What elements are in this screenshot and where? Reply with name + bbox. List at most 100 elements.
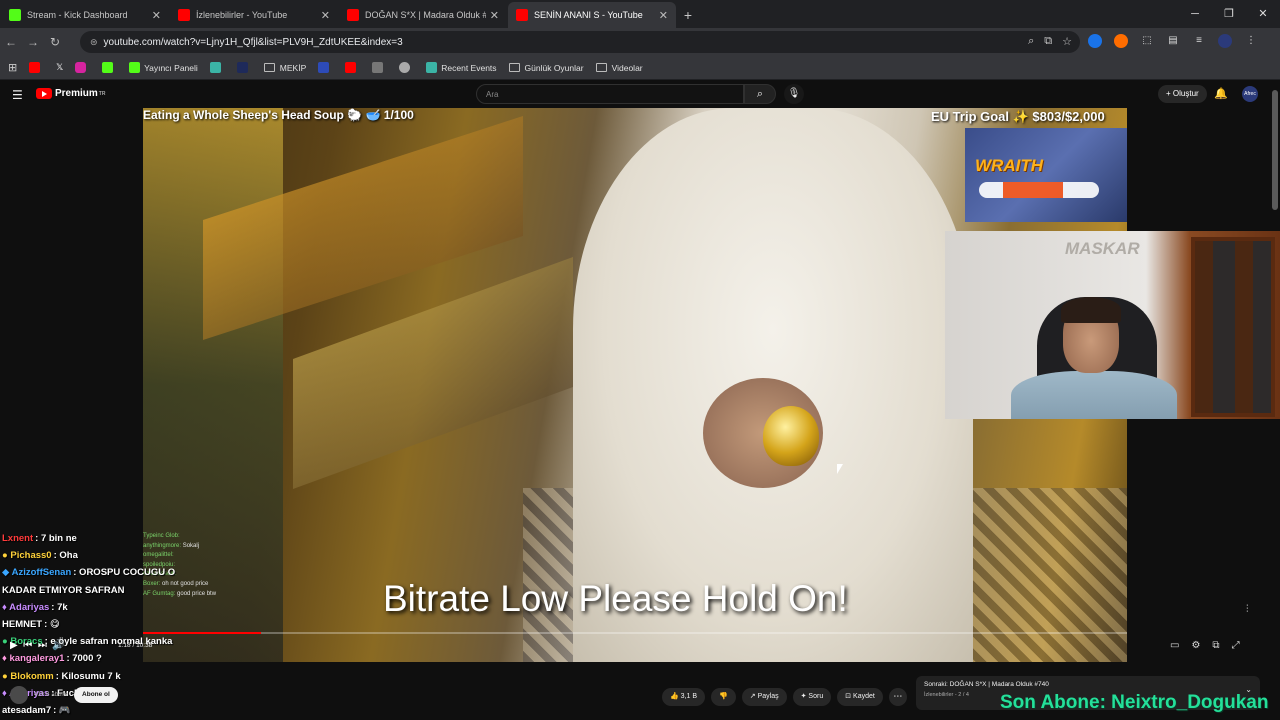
extensions-puzzle-icon[interactable]: ⬚ [1140, 34, 1154, 48]
share-icon: ↗ [749, 693, 756, 700]
ask-button[interactable]: ✦ Soru [792, 688, 832, 706]
bookmark-star-icon[interactable]: ☆ [1062, 35, 1072, 48]
bookmark-gunluk-oyunlar[interactable]: Günlük Oyunlar [508, 63, 584, 73]
extension-orange-icon[interactable] [1114, 34, 1128, 48]
badge-icon: ● [2, 636, 8, 648]
previous-icon[interactable]: ⏮ [23, 640, 32, 651]
media-controls-icon[interactable]: ≡ [1192, 34, 1206, 48]
chat-line: ♦ Adariyas: 7k [2, 599, 202, 616]
miniplayer-icon[interactable]: ⧉ [1212, 640, 1219, 651]
tab-active-video[interactable]: SENİN ANANI S - YouTube ✕ [508, 2, 676, 28]
bookmark-chat-icon[interactable] [209, 62, 225, 73]
minimize-icon[interactable]: ─ [1178, 0, 1212, 28]
microphone-icon[interactable]: 🎙 [784, 84, 804, 104]
extension-blue-icon[interactable] [1088, 34, 1102, 48]
bookmark-label: MEKİP [279, 62, 307, 73]
video-time: 1:18 / 10:38 [118, 642, 153, 649]
logo-text: Premium [55, 88, 98, 99]
play-icon[interactable]: ▶ [10, 640, 18, 651]
install-icon[interactable]: ⧉ [1044, 35, 1052, 48]
bookmark-yt2-icon[interactable] [345, 62, 360, 73]
tab-title: DOĞAN S*X | Madara Olduk #7 [365, 10, 486, 20]
more-options-icon[interactable]: ⋯ [888, 688, 907, 706]
youtube-favicon-icon [178, 9, 190, 21]
share-button[interactable]: ↗ Paylaş [741, 688, 787, 706]
mouse-cursor-icon [837, 464, 843, 474]
chat-message: : 7k [51, 601, 68, 613]
chat-user: Lxnent [2, 533, 34, 544]
audio-levels-icon[interactable]: ⫶ [1246, 604, 1249, 615]
notifications-bell-icon[interactable]: 🔔 [1214, 87, 1228, 100]
youtube-play-icon [36, 88, 52, 99]
apps-grid-icon[interactable]: ⊞ [8, 61, 17, 74]
channel-row: 419 B abone Abone ol [10, 686, 118, 704]
bookmark-videolar[interactable]: Videolar [595, 63, 643, 73]
bookmark-mekip[interactable]: MEKİP [263, 62, 307, 73]
chat-user: Adariyas [9, 601, 50, 613]
bookmark-yayinci-paneli[interactable]: Yayıncı Paneli [129, 62, 198, 73]
youtube-logo[interactable]: Premium TR [36, 88, 105, 99]
bookmark-kick-icon[interactable] [102, 62, 117, 73]
badge-icon: ♦ [2, 601, 7, 613]
bookmark-label: Yayıncı Paneli [144, 62, 198, 73]
dislike-button[interactable]: 👎 [711, 688, 736, 706]
back-icon[interactable]: ← [0, 35, 22, 49]
close-tab-icon[interactable]: ✕ [659, 9, 668, 22]
forward-icon[interactable]: → [22, 35, 44, 49]
bookmark-blue-icon[interactable] [318, 62, 333, 73]
next-icon[interactable]: ⏭ [38, 640, 47, 651]
site-info-icon[interactable]: ⊜ [90, 37, 98, 48]
sidepanel-icon[interactable]: ▤ [1166, 34, 1180, 48]
hamburger-menu-icon[interactable]: ☰ [12, 88, 23, 102]
last-subscriber-overlay: Son Abone: Neixtro_Dogukan [1000, 692, 1269, 713]
like-button[interactable]: 👍 3,1 B [662, 688, 706, 706]
bookmark-image-icon[interactable] [372, 62, 387, 73]
channel-avatar[interactable] [10, 686, 28, 704]
volume-icon[interactable]: 🔊 [52, 640, 64, 651]
save-button[interactable]: ⊡ Kaydet [837, 688, 883, 706]
avatar[interactable]: Afrec [1242, 86, 1258, 102]
zoom-icon[interactable]: ⌕ [1028, 35, 1034, 48]
logo-country: TR [98, 90, 106, 97]
bookmark-x-icon[interactable]: 𝕏 [56, 62, 63, 73]
fullscreen-icon[interactable]: ⤢ [1232, 640, 1240, 651]
tab-title: Stream - Kick Dashboard [27, 10, 128, 20]
subscribe-button[interactable]: Abone ol [74, 687, 118, 703]
thumbs-down-icon: 👎 [719, 693, 728, 700]
search-input[interactable]: Ara [476, 84, 744, 104]
window-controls: ─ ❐ ✕ [1178, 0, 1280, 28]
bookmark-circle-icon[interactable] [399, 62, 414, 73]
video-scene-golden-egg [763, 406, 819, 466]
bookmark-icon: ⊡ [845, 693, 852, 700]
profile-icon[interactable] [1218, 34, 1232, 48]
tab-title: SENİN ANANI S - YouTube [534, 10, 643, 20]
create-button[interactable]: + Oluştur [1158, 85, 1207, 103]
up-next-title: Sonraki: DOĞAN S*X | Madara Olduk #740 [924, 681, 1049, 688]
close-tab-icon[interactable]: ✕ [321, 9, 330, 22]
new-tab-button[interactable]: + [676, 2, 700, 28]
page-scrollbar[interactable] [1272, 90, 1278, 210]
bookmarks-bar: ⊞ 𝕏 Yayıncı Paneli MEKİP Recent Events G… [0, 56, 1280, 80]
close-tab-icon[interactable]: ✕ [152, 9, 161, 22]
bookmark-arrow-icon[interactable] [236, 62, 252, 73]
close-tab-icon[interactable]: ✕ [490, 9, 499, 22]
search-icon[interactable]: ⌕ [744, 84, 776, 104]
chat-line: ◆ AzizoffSenan: OROSPU COCUGU O [2, 564, 202, 581]
tab-izlenebilirler[interactable]: İzlenebilirler - YouTube ✕ [170, 2, 338, 28]
bookmark-instagram-icon[interactable] [75, 62, 90, 73]
menu-icon[interactable]: ⋮ [1244, 34, 1258, 48]
close-window-icon[interactable]: ✕ [1246, 0, 1280, 28]
subtitles-icon[interactable]: ▭ [1170, 640, 1179, 651]
tab-kick-dashboard[interactable]: Stream - Kick Dashboard ✕ [1, 2, 169, 28]
bookmark-recent-events[interactable]: Recent Events [426, 62, 497, 73]
video-progress-bar[interactable] [143, 632, 1127, 634]
chat-user: kangaleray1 [9, 653, 65, 665]
bookmark-youtube-icon[interactable] [29, 62, 44, 73]
badge-icon: ♦ [2, 653, 7, 665]
tab-dogan[interactable]: DOĞAN S*X | Madara Olduk #7 ✕ [339, 2, 507, 28]
reload-icon[interactable]: ↻ [44, 35, 66, 49]
restore-icon[interactable]: ❐ [1212, 0, 1246, 28]
url-field[interactable]: ⊜ youtube.com/watch?v=Ljny1H_Qfjl&list=P… [80, 31, 1080, 53]
settings-gear-icon[interactable]: ⚙ [1191, 640, 1200, 651]
chat-message: : Kilosumu 7 k [55, 670, 121, 682]
